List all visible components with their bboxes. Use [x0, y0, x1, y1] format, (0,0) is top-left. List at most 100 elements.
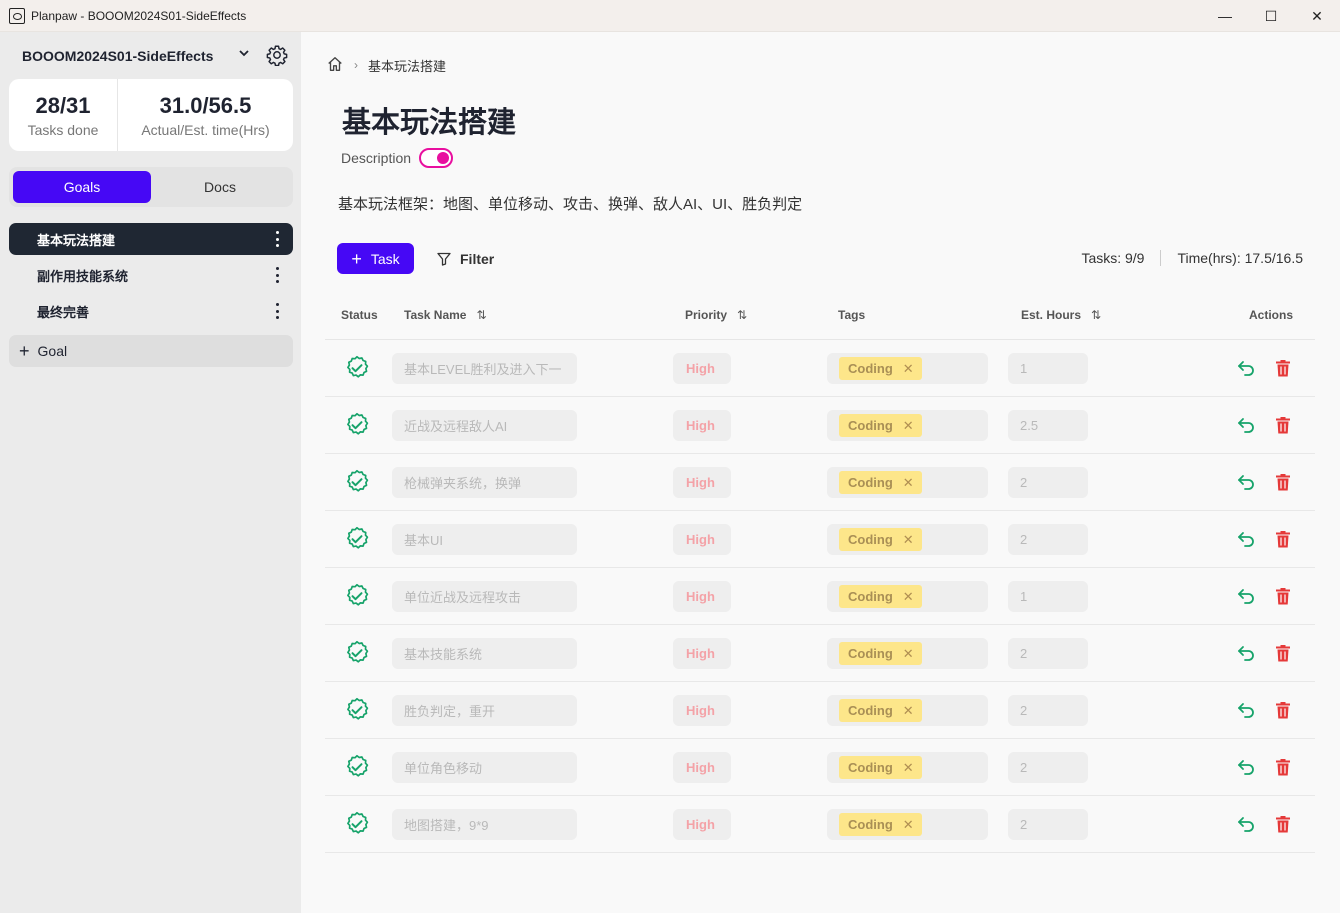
add-task-button[interactable]: + Task [337, 243, 414, 274]
est-hours-field[interactable]: 2 [1008, 752, 1088, 783]
task-name-field[interactable]: 单位角色移动 [392, 752, 577, 783]
gear-icon[interactable] [266, 44, 288, 67]
est-hours-field[interactable]: 2 [1008, 695, 1088, 726]
est-hours-field[interactable]: 2 [1008, 809, 1088, 840]
task-name-field[interactable]: 枪械弹夹系统，换弹 [392, 467, 577, 498]
undo-icon[interactable] [1236, 415, 1256, 435]
completed-check-icon[interactable] [344, 469, 370, 495]
remove-tag-icon[interactable]: ✕ [903, 418, 914, 434]
remove-tag-icon[interactable]: ✕ [903, 646, 914, 662]
remove-tag-icon[interactable]: ✕ [903, 361, 914, 377]
task-name-field[interactable]: 基本技能系统 [392, 638, 577, 669]
remove-tag-icon[interactable]: ✕ [903, 760, 914, 776]
trash-icon[interactable] [1275, 700, 1291, 720]
completed-check-icon[interactable] [344, 811, 370, 837]
trash-icon[interactable] [1275, 415, 1291, 435]
maximize-button[interactable]: ☐ [1248, 0, 1294, 32]
est-hours-field[interactable]: 2 [1008, 467, 1088, 498]
sort-icon[interactable]: ⇅ [737, 308, 747, 322]
remove-tag-icon[interactable]: ✕ [903, 817, 914, 833]
est-hours-field[interactable]: 1 [1008, 353, 1088, 384]
undo-icon[interactable] [1236, 814, 1256, 834]
task-name-field[interactable]: 近战及远程敌人AI [392, 410, 577, 441]
tags-field[interactable]: Coding ✕ [827, 524, 988, 555]
est-hours-field[interactable]: 2 [1008, 638, 1088, 669]
more-icon[interactable] [275, 231, 279, 247]
task-name-field[interactable]: 胜负判定，重开 [392, 695, 577, 726]
completed-check-icon[interactable] [344, 355, 370, 381]
undo-icon[interactable] [1236, 757, 1256, 777]
tags-field[interactable]: Coding ✕ [827, 809, 988, 840]
trash-icon[interactable] [1275, 358, 1291, 378]
est-hours-field[interactable]: 2 [1008, 524, 1088, 555]
est-hours-field[interactable]: 2.5 [1008, 410, 1088, 441]
completed-check-icon[interactable] [344, 412, 370, 438]
more-icon[interactable] [275, 303, 279, 319]
tags-field[interactable]: Coding ✕ [827, 695, 988, 726]
task-name-field[interactable]: 基本UI [392, 524, 577, 555]
sort-icon[interactable]: ⇅ [476, 308, 486, 322]
add-goal-button[interactable]: + Goal [9, 335, 293, 367]
col-est-hours[interactable]: Est. Hours ⇅ [1021, 308, 1101, 322]
priority-select[interactable]: High [673, 524, 731, 555]
priority-select[interactable]: High [673, 695, 731, 726]
tags-field[interactable]: Coding ✕ [827, 581, 988, 612]
task-name-field[interactable]: 单位近战及远程攻击 [392, 581, 577, 612]
priority-select[interactable]: High [673, 410, 731, 441]
home-icon[interactable] [326, 55, 344, 76]
col-priority[interactable]: Priority ⇅ [685, 308, 747, 322]
completed-check-icon[interactable] [344, 754, 370, 780]
undo-icon[interactable] [1236, 700, 1256, 720]
more-icon[interactable] [275, 267, 279, 283]
trash-icon[interactable] [1275, 814, 1291, 834]
completed-check-icon[interactable] [344, 697, 370, 723]
trash-icon[interactable] [1275, 529, 1291, 549]
priority-select[interactable]: High [673, 752, 731, 783]
chevron-down-icon[interactable] [238, 47, 250, 62]
sidebar-item-goal[interactable]: 基本玩法搭建 [9, 223, 293, 255]
trash-icon[interactable] [1275, 472, 1291, 492]
tags-field[interactable]: Coding ✕ [827, 638, 988, 669]
undo-icon[interactable] [1236, 586, 1256, 606]
remove-tag-icon[interactable]: ✕ [903, 703, 914, 719]
priority-select[interactable]: High [673, 809, 731, 840]
tags-field[interactable]: Coding ✕ [827, 353, 988, 384]
priority-select[interactable]: High [673, 581, 731, 612]
filter-button[interactable]: Filter [436, 243, 494, 274]
tags-field[interactable]: Coding ✕ [827, 467, 988, 498]
sort-icon[interactable]: ⇅ [1091, 308, 1101, 322]
sidebar-item-goal[interactable]: 最终完善 [9, 295, 293, 327]
col-actions: Actions [1249, 308, 1294, 322]
undo-icon[interactable] [1236, 643, 1256, 663]
goal-description[interactable]: 基本玩法框架：地图、单位移动、攻击、换弹、敌人AI、UI、胜负判定 [338, 193, 802, 214]
tags-field[interactable]: Coding ✕ [827, 410, 988, 441]
description-toggle[interactable] [419, 148, 454, 168]
completed-check-icon[interactable] [344, 583, 370, 609]
priority-select[interactable]: High [673, 467, 731, 498]
col-task-name[interactable]: Task Name ⇅ [404, 308, 487, 322]
remove-tag-icon[interactable]: ✕ [903, 475, 914, 491]
close-button[interactable]: ✕ [1294, 0, 1340, 32]
trash-icon[interactable] [1275, 643, 1291, 663]
remove-tag-icon[interactable]: ✕ [903, 589, 914, 605]
project-selector[interactable]: BOOOM2024S01-SideEffects [22, 44, 288, 67]
priority-select[interactable]: High [673, 638, 731, 669]
minimize-button[interactable]: — [1202, 0, 1248, 32]
breadcrumb-current[interactable]: 基本玩法搭建 [368, 56, 446, 75]
tab-goals[interactable]: Goals [13, 171, 151, 203]
est-hours-field[interactable]: 1 [1008, 581, 1088, 612]
sidebar-item-goal[interactable]: 副作用技能系统 [9, 259, 293, 291]
task-name-field[interactable]: 基本LEVEL胜利及进入下一 [392, 353, 577, 384]
priority-select[interactable]: High [673, 353, 731, 384]
tab-docs[interactable]: Docs [151, 171, 289, 203]
undo-icon[interactable] [1236, 472, 1256, 492]
completed-check-icon[interactable] [344, 640, 370, 666]
trash-icon[interactable] [1275, 586, 1291, 606]
task-name-field[interactable]: 地图搭建，9*9 [392, 809, 577, 840]
completed-check-icon[interactable] [344, 526, 370, 552]
tags-field[interactable]: Coding ✕ [827, 752, 988, 783]
trash-icon[interactable] [1275, 757, 1291, 777]
remove-tag-icon[interactable]: ✕ [903, 532, 914, 548]
undo-icon[interactable] [1236, 358, 1256, 378]
undo-icon[interactable] [1236, 529, 1256, 549]
